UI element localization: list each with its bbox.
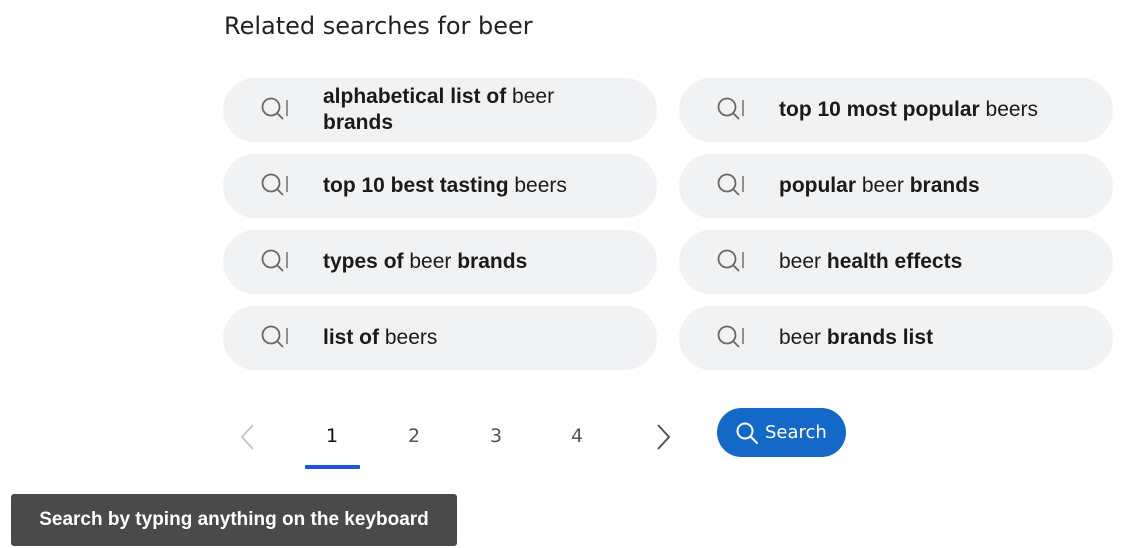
related-search-chip[interactable]: alphabetical list of beer brands bbox=[223, 78, 657, 142]
keyboard-search-tooltip: Search by typing anything on the keyboar… bbox=[11, 494, 457, 546]
label-bold-part: types of bbox=[323, 250, 410, 273]
related-search-label: top 10 most popular beers bbox=[779, 78, 1073, 142]
search-icon bbox=[717, 325, 744, 348]
label-part: beer bbox=[779, 326, 827, 349]
related-search-label: popular beer brands bbox=[779, 154, 1073, 218]
search-icon bbox=[261, 325, 288, 348]
page-link-2[interactable]: 2 bbox=[394, 425, 434, 447]
search-icon bbox=[261, 173, 288, 196]
pagination: 1 2 3 4 bbox=[223, 405, 693, 469]
search-icon bbox=[717, 173, 744, 196]
related-search-label: list of beers bbox=[323, 306, 617, 370]
page-link-3[interactable]: 3 bbox=[476, 425, 516, 447]
search-icon bbox=[736, 422, 759, 444]
related-searches-grid: alphabetical list of beer brands top 10 m… bbox=[223, 78, 1113, 370]
search-icon bbox=[261, 249, 288, 272]
page-link-4[interactable]: 4 bbox=[557, 425, 597, 447]
chevron-left-icon[interactable] bbox=[233, 420, 263, 454]
related-search-label: alphabetical list of beer brands bbox=[323, 78, 617, 142]
related-searches-title: Related searches for beer bbox=[224, 12, 533, 40]
related-search-chip[interactable]: beer health effects bbox=[679, 230, 1113, 294]
label-bold-part: top 10 most popular bbox=[779, 98, 986, 121]
related-search-label: types of beer brands bbox=[323, 230, 617, 294]
label-bold-part: brands bbox=[909, 174, 980, 197]
label-bold-part: brands list bbox=[826, 326, 934, 349]
search-icon bbox=[717, 97, 744, 120]
label-part: beer bbox=[512, 85, 555, 108]
related-search-chip[interactable]: types of beer brands bbox=[223, 230, 657, 294]
related-search-label: top 10 best tasting beers bbox=[323, 154, 617, 218]
search-icon bbox=[717, 249, 744, 272]
related-search-chip[interactable]: beer brands list bbox=[679, 306, 1113, 370]
label-part: beer bbox=[861, 174, 910, 197]
related-search-chip[interactable]: list of beers bbox=[223, 306, 657, 370]
search-button-label: Search bbox=[765, 422, 827, 443]
label-part: beer bbox=[409, 250, 458, 273]
search-button[interactable]: Search bbox=[717, 408, 846, 457]
label-part: beer bbox=[779, 250, 827, 273]
label-bold-part: brands bbox=[323, 111, 394, 134]
related-search-label: beer health effects bbox=[779, 230, 1073, 294]
label-part: beers bbox=[384, 326, 438, 349]
label-bold-part: top 10 best tasting bbox=[323, 174, 515, 197]
related-search-chip[interactable]: top 10 best tasting beers bbox=[223, 154, 657, 218]
page-link-1[interactable]: 1 bbox=[312, 425, 352, 447]
related-search-label: beer brands list bbox=[779, 306, 1073, 370]
label-bold-part: brands bbox=[457, 250, 528, 273]
related-search-chip[interactable]: popular beer brands bbox=[679, 154, 1113, 218]
label-bold-part: alphabetical list of bbox=[323, 85, 513, 108]
label-bold-part: health effects bbox=[826, 250, 963, 273]
search-icon bbox=[261, 97, 288, 120]
label-part: beers bbox=[514, 174, 567, 197]
label-bold-part: popular bbox=[779, 174, 862, 197]
related-search-chip[interactable]: top 10 most popular beers bbox=[679, 78, 1113, 142]
current-page-indicator bbox=[305, 465, 360, 469]
label-part: beers bbox=[985, 98, 1039, 121]
chevron-right-icon[interactable] bbox=[648, 420, 678, 454]
label-bold-part: list of bbox=[323, 326, 385, 349]
